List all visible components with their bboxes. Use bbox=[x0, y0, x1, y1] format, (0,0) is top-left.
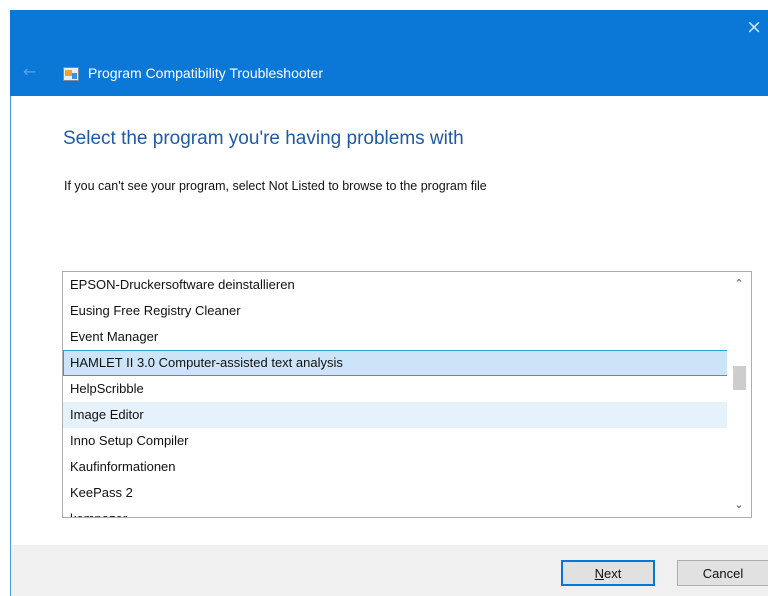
program-list-item[interactable]: Kaufinformationen bbox=[63, 454, 728, 480]
chevron-up-icon[interactable]: ⌃ bbox=[727, 274, 751, 294]
program-list[interactable]: EPSON-Druckersoftware deinstallieren Eusi… bbox=[62, 271, 752, 518]
cancel-button[interactable]: Cancel bbox=[677, 560, 768, 586]
program-list-item[interactable]: Inno Setup Compiler bbox=[63, 428, 728, 454]
program-list-items: EPSON-Druckersoftware deinstallieren Eusi… bbox=[63, 272, 728, 517]
back-arrow-icon[interactable]: ← bbox=[23, 64, 36, 80]
program-list-item[interactable]: EPSON-Druckersoftware deinstallieren bbox=[63, 272, 728, 298]
program-list-item[interactable]: Event Manager bbox=[63, 324, 728, 350]
instruction-text: If you can't see your program, select No… bbox=[64, 179, 487, 193]
window-title: Program Compatibility Troubleshooter bbox=[88, 65, 323, 81]
program-list-item[interactable]: HAMLET II 3.0 Computer-assisted text ana… bbox=[63, 350, 728, 376]
next-label-rest: ext bbox=[604, 566, 622, 581]
dialog-footer: Next Cancel bbox=[11, 545, 768, 596]
program-list-item[interactable]: Image Editor bbox=[63, 402, 728, 428]
program-list-item[interactable]: KeePass 2 bbox=[63, 480, 728, 506]
page-heading: Select the program you're having problem… bbox=[63, 128, 464, 149]
title-bar: × ← Program Compatibility Troubleshooter bbox=[10, 10, 768, 96]
scroll-thumb[interactable] bbox=[733, 366, 746, 390]
next-mnemonic: N bbox=[594, 566, 605, 581]
program-list-item[interactable]: Eusing Free Registry Cleaner bbox=[63, 298, 728, 324]
program-list-item[interactable]: kompozer bbox=[63, 506, 728, 517]
next-button[interactable]: Next bbox=[561, 560, 655, 586]
troubleshooter-app-icon bbox=[63, 67, 79, 81]
close-icon[interactable]: × bbox=[746, 18, 762, 37]
window-left-border bbox=[10, 96, 11, 596]
chevron-down-icon[interactable]: ⌄ bbox=[727, 495, 751, 515]
program-list-item[interactable]: HelpScribble bbox=[63, 376, 728, 402]
list-scrollbar[interactable]: ⌃ ⌄ bbox=[727, 272, 751, 517]
